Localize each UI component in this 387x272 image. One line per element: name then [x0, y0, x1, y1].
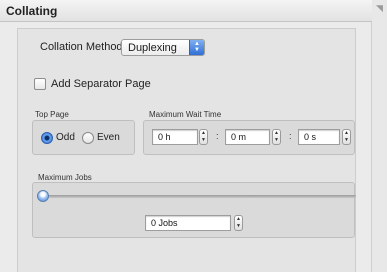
wait-seconds-stepper[interactable]: ▲ ▼ [342, 129, 351, 145]
max-jobs-field[interactable]: 0 Jobs [145, 215, 231, 231]
wait-minutes-field[interactable]: 0 m [225, 129, 270, 145]
hours-minutes-separator: : [216, 131, 219, 141]
resize-corner-icon[interactable]: ◥ [376, 3, 383, 14]
top-page-even-label: Even [97, 132, 120, 143]
wait-minutes-value: 0 m [231, 132, 247, 142]
up-down-arrows-icon: ▲ ▼ [189, 40, 204, 55]
wait-minutes-stepper[interactable]: ▲ ▼ [272, 129, 281, 145]
minutes-seconds-separator: : [289, 131, 292, 141]
wait-hours-field[interactable]: 0 h [152, 129, 198, 145]
max-jobs-slider-knob[interactable] [37, 190, 49, 202]
add-separator-checkbox[interactable] [34, 78, 46, 90]
add-separator-label: Add Separator Page [51, 78, 151, 90]
collating-panel: Collating Collation Method: Duplexing ▲ ▼… [0, 0, 372, 272]
panel-header[interactable]: Collating [0, 0, 372, 22]
collation-method-value: Duplexing [128, 42, 177, 54]
max-jobs-value: 0 Jobs [151, 218, 178, 228]
collation-method-label: Collation Method: [40, 41, 126, 53]
max-jobs-label: Maximum Jobs [38, 173, 92, 182]
top-page-label: Top Page [35, 110, 69, 119]
max-wait-time-label: Maximum Wait Time [149, 110, 222, 119]
wait-seconds-value: 0 s [304, 132, 317, 142]
collation-method-popup[interactable]: Duplexing ▲ ▼ [121, 39, 205, 56]
top-page-odd-radio[interactable] [41, 132, 53, 144]
wait-hours-stepper[interactable]: ▲ ▼ [199, 129, 208, 145]
wait-hours-value: 0 h [158, 132, 171, 142]
max-jobs-slider-track[interactable] [37, 195, 356, 198]
top-page-even-radio[interactable] [82, 132, 94, 144]
wait-seconds-field[interactable]: 0 s [298, 129, 340, 145]
max-jobs-stepper[interactable]: ▲ ▼ [234, 215, 243, 231]
panel-title: Collating [6, 4, 58, 18]
top-page-odd-label: Odd [56, 132, 75, 143]
